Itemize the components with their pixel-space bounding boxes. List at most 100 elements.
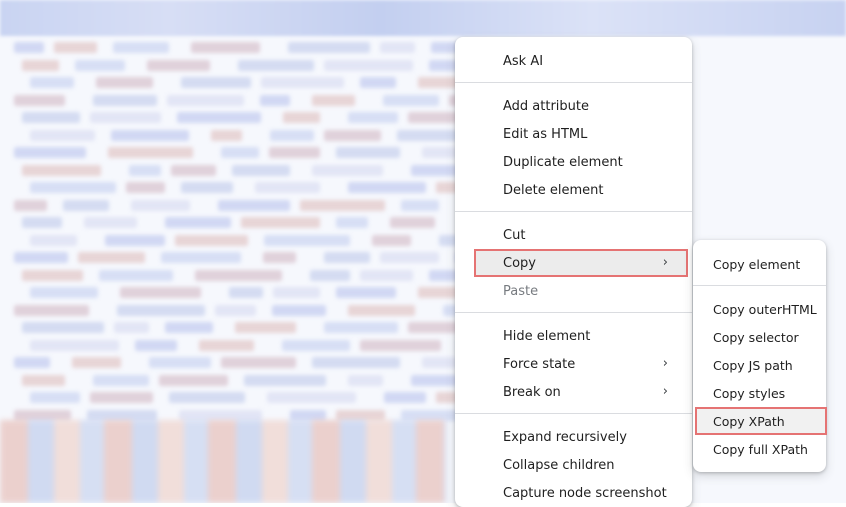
menu-item-hide-element[interactable]: Hide element [455, 322, 692, 350]
menu-item-paste[interactable]: Paste [455, 277, 692, 305]
menu-item-label: Paste [503, 283, 539, 299]
blurred-code-fragment [114, 322, 149, 333]
blurred-code-fragment [411, 374, 459, 386]
blurred-code-fragment [312, 357, 400, 368]
blurred-code-fragment [30, 339, 119, 351]
blurred-code-fragment [14, 147, 86, 158]
context-menu: Ask AI Add attribute Edit as HTML Duplic… [455, 37, 692, 507]
blurred-code-fragment [30, 287, 98, 298]
blurred-code-fragment [312, 94, 355, 106]
submenu-separator [693, 285, 826, 286]
submenu-item-label: Copy element [713, 256, 801, 272]
menu-item-label: Cut [503, 227, 526, 243]
blurred-code-fragment [273, 287, 320, 298]
blurred-code-fragment [54, 42, 97, 53]
blurred-code-fragment [261, 77, 344, 88]
menu-item-label: Edit as HTML [503, 126, 588, 142]
menu-item-label: Add attribute [503, 98, 590, 114]
blurred-code-fragment [244, 374, 326, 386]
blurred-code-fragment [22, 374, 65, 386]
blurred-code-fragment [22, 322, 104, 333]
blurred-code-fragment [372, 234, 411, 246]
blurred-code-fragment [218, 199, 290, 211]
blurred-code-fragment [93, 94, 157, 106]
menu-item-label: Duplicate element [503, 154, 623, 170]
blurred-code-fragment [267, 392, 356, 403]
blurred-code-fragment [117, 304, 205, 316]
blurred-code-fragment [336, 409, 385, 421]
blurred-code-fragment [348, 374, 383, 386]
blurred-code-fragment [30, 234, 77, 246]
submenu-item-copy-full-xpath[interactable]: Copy full XPath [693, 435, 826, 463]
blurred-code-fragment [312, 164, 383, 176]
blurred-code-fragment [348, 112, 398, 123]
menu-item-collapse-children[interactable]: Collapse children [455, 451, 692, 479]
blurred-code-fragment [229, 287, 263, 298]
blurred-code-fragment [401, 409, 463, 421]
submenu-item-copy-js-path[interactable]: Copy JS path [693, 351, 826, 379]
blurred-code-fragment [14, 252, 68, 263]
submenu-item-copy-outerhtml[interactable]: Copy outerHTML [693, 295, 826, 323]
submenu-item-copy-styles[interactable]: Copy styles [693, 379, 826, 407]
menu-item-force-state[interactable]: Force state › [455, 350, 692, 378]
blurred-code-fragment [232, 164, 290, 176]
blurred-code-fragment [360, 77, 396, 88]
blurred-code-fragment [93, 374, 149, 386]
blurred-code-fragment [169, 392, 245, 403]
menu-item-expand-recursively[interactable]: Expand recursively [455, 423, 692, 451]
menu-item-add-attribute[interactable]: Add attribute [455, 92, 692, 120]
blurred-code-fragment [171, 164, 216, 176]
blurred-code-fragment [30, 182, 116, 193]
menu-item-label: Hide element [503, 328, 591, 344]
blurred-code-fragment [84, 217, 137, 228]
blurred-code-fragment [191, 42, 260, 53]
menu-item-copy[interactable]: Copy › [474, 249, 688, 277]
menu-item-label: Expand recursively [503, 429, 627, 445]
blurred-code-fragment [270, 129, 314, 141]
chevron-right-icon: › [662, 384, 668, 399]
blurred-code-fragment [360, 269, 413, 281]
menu-separator [455, 312, 692, 313]
blurred-code-fragment [75, 59, 125, 71]
menu-item-label: Capture node screenshot [503, 485, 667, 501]
blurred-code-fragment [14, 94, 65, 106]
blurred-code-fragment [30, 77, 74, 88]
blurred-code-fragment [22, 269, 83, 281]
blurred-code-fragment [30, 129, 95, 141]
submenu-item-label: Copy JS path [713, 357, 793, 373]
blurred-code-fragment [255, 182, 320, 193]
submenu-item-copy-xpath[interactable]: Copy XPath [695, 407, 827, 435]
blurred-code-fragment [380, 252, 439, 263]
blurred-code-fragment [383, 94, 439, 106]
blurred-code-fragment [30, 392, 80, 403]
blurred-code-fragment [336, 147, 400, 158]
blurred-code-fragment [272, 304, 326, 316]
blurred-code-fragment [390, 217, 435, 228]
menu-item-edit-as-html[interactable]: Edit as HTML [455, 120, 692, 148]
blurred-code-fragment [288, 42, 370, 53]
blurred-code-fragment [72, 357, 121, 368]
submenu-item-copy-selector[interactable]: Copy selector [693, 323, 826, 351]
blurred-code-fragment [22, 59, 59, 71]
menu-item-label: Copy [503, 255, 536, 271]
menu-item-label: Break on [503, 384, 561, 400]
blurred-code-fragment [199, 339, 254, 351]
blurred-code-fragment [290, 409, 326, 421]
blurred-code-fragment [241, 217, 320, 228]
menu-item-delete-element[interactable]: Delete element [455, 176, 692, 204]
submenu-item-copy-element[interactable]: Copy element [693, 250, 826, 278]
blurred-code-fragment [384, 392, 426, 403]
blurred-code-fragment [14, 42, 44, 53]
blurred-code-fragment [14, 357, 50, 368]
blurred-code-fragment [348, 304, 415, 316]
blurred-code-fragment [260, 94, 290, 106]
menu-item-ask-ai[interactable]: Ask AI [455, 47, 692, 75]
chevron-right-icon: › [662, 356, 668, 371]
menu-item-duplicate-element[interactable]: Duplicate element [455, 148, 692, 176]
blurred-code-fragment [324, 322, 398, 333]
menu-item-cut[interactable]: Cut [455, 221, 692, 249]
blurred-code-fragment [221, 147, 259, 158]
blurred-code-fragment [215, 304, 256, 316]
menu-item-break-on[interactable]: Break on › [455, 378, 692, 406]
blurred-code-fragment [401, 199, 439, 211]
